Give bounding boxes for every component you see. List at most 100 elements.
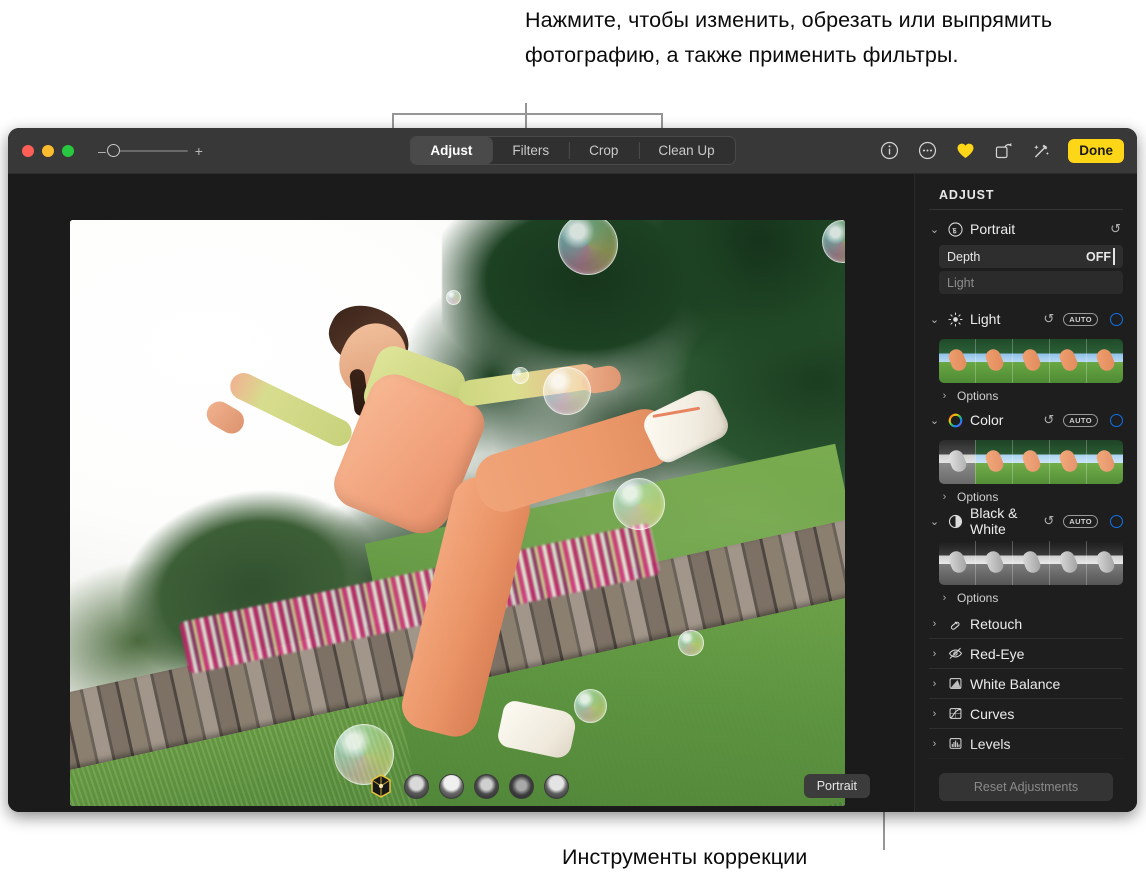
section-label-portrait: Portrait <box>970 221 1103 237</box>
row-curves[interactable]: › Curves <box>929 699 1123 729</box>
chevron-right-icon[interactable]: › <box>939 592 950 604</box>
row-levels[interactable]: › Levels <box>929 729 1123 759</box>
photos-editor-window: – + Adjust Filters Crop Clean Up <box>8 128 1137 812</box>
filmstrip-thumb[interactable] <box>404 774 429 799</box>
minimize-window-button[interactable] <box>42 145 54 157</box>
depth-slider-caret[interactable] <box>1113 248 1115 265</box>
section-header-light[interactable]: ⌄ Light ↺ AUTO <box>929 306 1123 332</box>
light-preview-frame[interactable] <box>975 339 1012 383</box>
filmstrip-thumb[interactable] <box>474 774 499 799</box>
light-preview-frame[interactable] <box>1086 339 1123 383</box>
bw-preview-frame[interactable] <box>939 541 975 585</box>
bw-preview-frame[interactable] <box>1012 541 1049 585</box>
revert-icon[interactable]: ↺ <box>1110 221 1121 237</box>
color-preview-frame[interactable] <box>1086 440 1123 484</box>
portrait-depth-label: Depth <box>947 250 980 264</box>
tab-filters[interactable]: Filters <box>492 137 569 164</box>
filmstrip-thumb[interactable] <box>439 774 464 799</box>
section-header-black-and-white[interactable]: ⌄ Black & White ↺ AUTO <box>929 508 1123 534</box>
chevron-right-icon[interactable]: › <box>929 708 940 720</box>
auto-button-bw[interactable]: AUTO <box>1063 515 1098 528</box>
brightness-sun-icon <box>947 311 963 327</box>
bw-options-label: Options <box>957 591 998 605</box>
bw-preview-strip[interactable] <box>939 541 1123 585</box>
auto-button-light[interactable]: AUTO <box>1063 313 1098 326</box>
live-photo-cube-icon[interactable] <box>368 773 394 799</box>
row-red-eye[interactable]: › Red-Eye <box>929 639 1123 669</box>
bw-toggle-ring[interactable] <box>1110 515 1123 528</box>
portrait-depth-control[interactable]: Depth OFF <box>939 245 1123 268</box>
auto-button-color[interactable]: AUTO <box>1063 414 1098 427</box>
color-preview-frame[interactable] <box>1049 440 1086 484</box>
bw-options-toggle[interactable]: › Options <box>939 587 1123 609</box>
row-white-balance[interactable]: › White Balance <box>929 669 1123 699</box>
zoom-slider[interactable]: – + <box>98 146 203 156</box>
chevron-right-icon[interactable]: › <box>939 491 950 503</box>
bw-preview-frame[interactable] <box>1086 541 1123 585</box>
portrait-light-control[interactable]: Light <box>939 271 1123 294</box>
favorite-heart-icon[interactable] <box>954 140 976 162</box>
toolbar-right-actions: Done <box>878 139 1124 163</box>
revert-icon[interactable]: ↺ <box>1043 311 1054 327</box>
color-preview-frame[interactable] <box>1012 440 1049 484</box>
light-toggle-ring[interactable] <box>1110 313 1123 326</box>
light-preview-frame[interactable] <box>939 339 975 383</box>
light-options-label: Options <box>957 389 998 403</box>
light-preview-frame[interactable] <box>1012 339 1049 383</box>
tab-crop[interactable]: Crop <box>569 137 638 164</box>
color-toggle-ring[interactable] <box>1110 414 1123 427</box>
section-label-black-and-white: Black & White <box>970 505 1036 537</box>
more-options-icon[interactable] <box>916 140 938 162</box>
portrait-badge[interactable]: Portrait <box>804 774 870 798</box>
chevron-down-icon[interactable]: ⌄ <box>929 223 940 236</box>
revert-icon[interactable]: ↺ <box>1043 412 1054 428</box>
chevron-right-icon[interactable]: › <box>929 738 940 750</box>
close-window-button[interactable] <box>22 145 34 157</box>
chevron-right-icon[interactable]: › <box>939 390 950 402</box>
auto-enhance-icon[interactable] <box>1030 140 1052 162</box>
bw-preview-frame[interactable] <box>975 541 1012 585</box>
chevron-down-icon[interactable]: ⌄ <box>929 414 940 427</box>
light-options-toggle[interactable]: › Options <box>939 385 1123 407</box>
color-preview-frame[interactable] <box>939 440 975 484</box>
chevron-right-icon[interactable]: › <box>929 618 940 630</box>
zoom-window-button[interactable] <box>62 145 74 157</box>
panel-divider <box>929 209 1123 210</box>
light-preview-strip[interactable] <box>939 339 1123 383</box>
chevron-down-icon[interactable]: ⌄ <box>929 313 940 326</box>
row-label-levels: Levels <box>970 736 1010 752</box>
light-preview-frame[interactable] <box>1049 339 1086 383</box>
section-header-portrait[interactable]: ⌄ Portrait ↺ <box>929 216 1123 242</box>
chevron-right-icon[interactable]: › <box>929 678 940 690</box>
row-retouch[interactable]: › Retouch <box>929 609 1123 639</box>
tab-clean-up[interactable]: Clean Up <box>638 137 734 164</box>
edited-photo[interactable] <box>70 220 845 806</box>
zoom-slider-track[interactable] <box>113 150 188 152</box>
rotate-icon[interactable] <box>992 140 1014 162</box>
zoom-in-label[interactable]: + <box>195 146 203 156</box>
callout-leader-stem-top <box>525 103 527 131</box>
tab-adjust[interactable]: Adjust <box>410 137 492 164</box>
reset-adjustments-button[interactable]: Reset Adjustments <box>939 773 1113 801</box>
color-preview-frame[interactable] <box>975 440 1012 484</box>
zoom-out-label[interactable]: – <box>98 146 106 156</box>
filmstrip-thumb[interactable] <box>544 774 569 799</box>
adjust-panel-scroll[interactable]: ADJUST ⌄ Portrait ↺ Depth OFF <box>915 174 1137 763</box>
bubble <box>613 478 665 530</box>
edit-mode-tabs: Adjust Filters Crop Clean Up <box>409 136 735 165</box>
bw-preview-frame[interactable] <box>1049 541 1086 585</box>
color-preview-strip[interactable] <box>939 440 1123 484</box>
section-header-color[interactable]: ⌄ Color ↺ AUTO <box>929 407 1123 433</box>
info-icon[interactable] <box>878 140 900 162</box>
chevron-right-icon[interactable]: › <box>929 648 940 660</box>
subject-shoe-standing <box>496 699 578 760</box>
revert-icon[interactable]: ↺ <box>1043 513 1054 529</box>
chevron-down-icon[interactable]: ⌄ <box>929 515 940 528</box>
levels-icon <box>947 736 963 752</box>
zoom-slider-knob[interactable] <box>107 144 120 157</box>
row-label-white-balance: White Balance <box>970 676 1060 692</box>
filmstrip-thumb[interactable] <box>509 774 534 799</box>
row-definition[interactable]: › Definition <box>929 759 1123 763</box>
done-button[interactable]: Done <box>1068 139 1124 163</box>
callout-bracket-top <box>392 113 663 115</box>
